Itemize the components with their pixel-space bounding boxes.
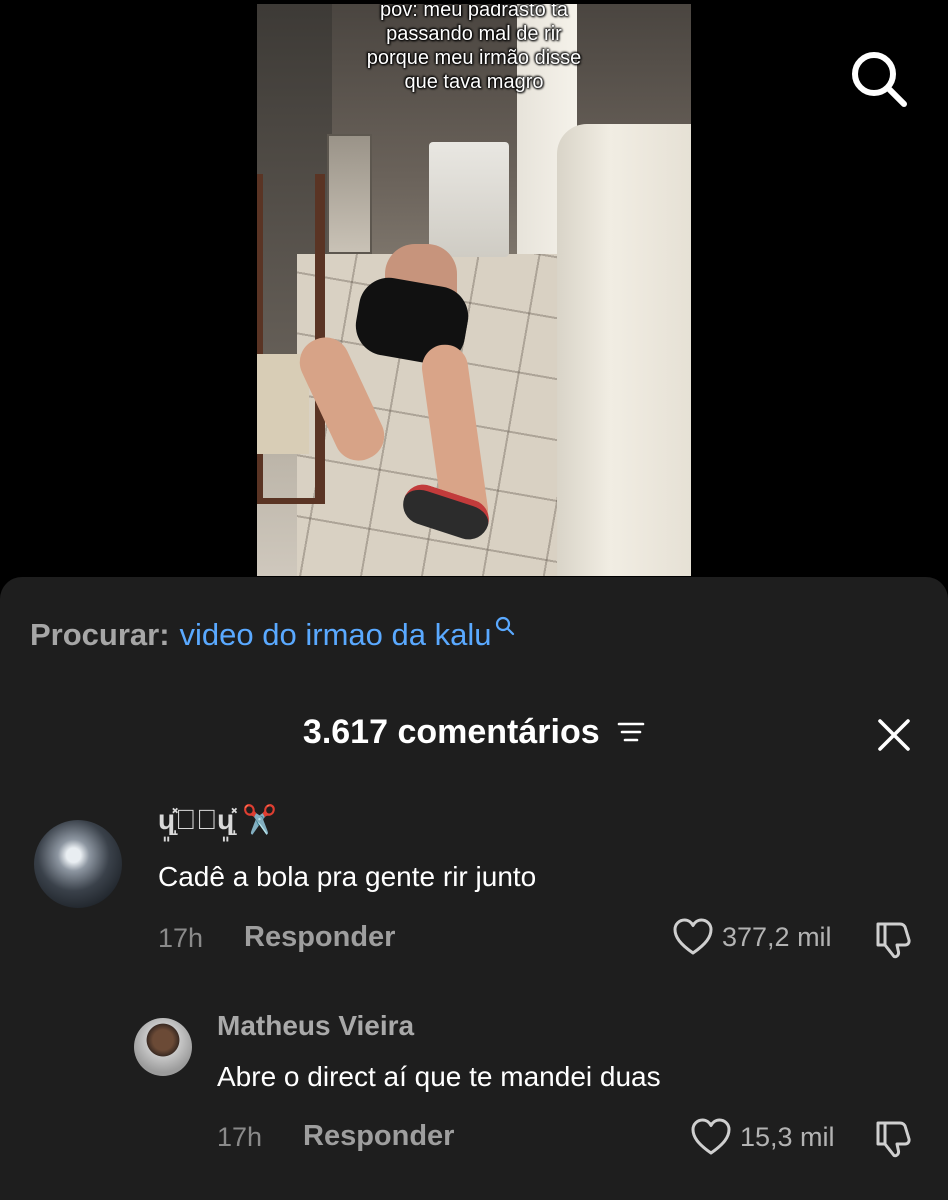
like-button[interactable]: 15,3 mil	[690, 1117, 835, 1157]
caption-line: que tava magro	[404, 71, 544, 93]
comment-username[interactable]: ɥ͈̝̽ᜊ᪶ɥ͈̝̽ ✂️	[158, 803, 277, 836]
comments-count-title: 3.617 comentários	[302, 713, 600, 751]
video-scene-washer	[429, 142, 509, 257]
search-suggestion-label: Procurar:	[30, 617, 170, 652]
thumbs-down-icon	[876, 1121, 911, 1158]
search-suggestion-query[interactable]: video do irmao da kalu	[180, 617, 492, 652]
search-icon	[496, 616, 515, 636]
like-count: 377,2 mil	[722, 921, 832, 952]
filter-icon[interactable]	[617, 720, 645, 744]
thumbs-down-icon	[876, 922, 911, 959]
comment-time: 17h	[158, 923, 204, 953]
video-scene-cabinet	[557, 124, 691, 576]
avatar[interactable]	[34, 820, 122, 908]
dislike-button[interactable]	[872, 918, 916, 962]
caption-line: passando mal de rir	[386, 23, 562, 45]
comment-text: Abre o direct aí que te mandei duas	[217, 1061, 661, 1092]
search-suggestion[interactable]: Procurar: video do irmao da kalu	[30, 616, 516, 653]
heart-icon	[673, 918, 713, 955]
comment-text: Cadê a bola pra gente rir junto	[158, 861, 537, 892]
video-player[interactable]: pov: meu padrasto ta passando mal de rir…	[257, 4, 691, 576]
like-button[interactable]: 377,2 mil	[672, 917, 832, 957]
heart-icon	[691, 1118, 731, 1155]
video-scene-shelf	[327, 134, 372, 254]
video-area[interactable]: pov: meu padrasto ta passando mal de rir…	[0, 0, 948, 600]
comments-sheet: Procurar: video do irmao da kalu 3.617 co…	[0, 577, 948, 1200]
video-caption: pov: meu padrasto ta passando mal de rir…	[257, 4, 691, 94]
comments-header: 3.617 comentários	[0, 713, 948, 752]
avatar[interactable]	[134, 1018, 192, 1076]
caption-line: porque meu irmão disse	[366, 47, 582, 69]
dislike-button[interactable]	[872, 1117, 916, 1161]
search-icon	[852, 52, 907, 107]
close-icon	[878, 719, 910, 751]
like-count: 15,3 mil	[740, 1121, 835, 1152]
search-button[interactable]	[846, 46, 910, 110]
comment-username[interactable]: Matheus Vieira	[217, 1010, 414, 1042]
reply-button[interactable]: Responder	[244, 921, 395, 954]
caption-line: pov: meu padrasto ta	[380, 4, 568, 21]
close-button[interactable]	[874, 715, 914, 755]
reply-button[interactable]: Responder	[303, 1120, 454, 1153]
comment-time: 17h	[217, 1122, 263, 1152]
